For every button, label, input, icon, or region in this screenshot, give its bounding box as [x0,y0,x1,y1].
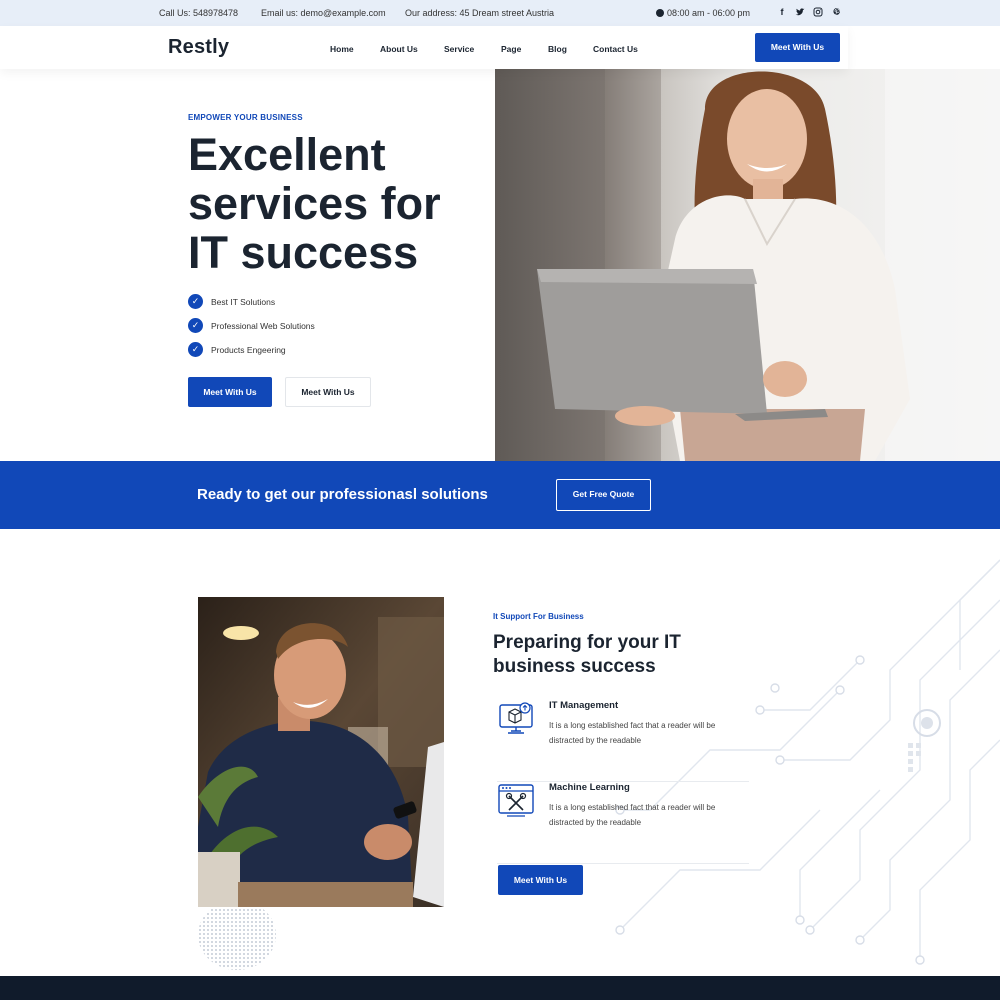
hero-eyebrow: EMPOWER YOUR BUSINESS [188,113,303,122]
main-navbar: Restly Home About Us Service Page Blog C… [0,26,848,69]
browser-tools-icon [498,784,534,817]
section-meet-button[interactable]: Meet With Us [498,865,583,895]
man-with-phone-photo [198,597,444,907]
dot-pattern-decoration [198,900,276,970]
hero-meet-button[interactable]: Meet With Us [188,377,272,407]
service-title: IT Management [549,700,619,711]
monitor-cube-icon [499,702,533,734]
instagram-icon[interactable] [813,7,823,17]
clock-icon [656,9,664,17]
hero-woman-photo [495,69,1000,461]
check-icon: ✓ [188,318,203,333]
hours-text: 08:00 am - 06:00 pm [667,8,751,18]
service-description: It is a long established fact that a rea… [549,721,716,745]
check-icon: ✓ [188,342,203,357]
hours-info: 08:00 am - 06:00 pm [656,8,750,18]
pinterest-icon[interactable] [832,7,842,17]
top-info-bar: Call Us: 548978478 Email us: demo@exampl… [0,0,1000,26]
get-quote-button[interactable]: Get Free Quote [556,479,651,511]
cta-band: Ready to get our professionasl solutions… [0,461,1000,529]
nav-link-contact[interactable]: Contact Us [593,44,638,54]
nav-link-home[interactable]: Home [330,44,354,54]
hero-title: Excellent services for IT success [188,129,441,278]
section-title: Preparing for your IT business success [493,632,681,677]
section-eyebrow: It Support For Business [493,612,584,621]
divider [497,863,749,864]
footer-strip [0,976,1000,1000]
feature-label: Products Engeering [211,345,286,355]
twitter-icon[interactable] [795,7,805,17]
nav-link-page[interactable]: Page [501,44,521,54]
check-icon: ✓ [188,294,203,309]
hero-secondary-button[interactable]: Meet With Us [285,377,371,407]
feature-label: Professional Web Solutions [211,321,315,331]
email-text: Email us: demo@example.com [261,8,386,18]
nav-link-about[interactable]: About Us [380,44,418,54]
service-description: It is a long established fact that a rea… [549,803,716,827]
feature-label: Best IT Solutions [211,297,276,307]
nav-meet-button[interactable]: Meet With Us [755,33,840,62]
site-logo[interactable]: Restly [168,36,229,59]
facebook-icon[interactable]: f [777,7,787,17]
service-item-it-management: IT Management It is a long established f… [497,700,749,782]
phone-text: Call Us: 548978478 [159,8,239,18]
address-text: Our address: 45 Dream street Austria [405,8,555,18]
service-item-machine-learning: Machine Learning It is a long establishe… [497,782,749,864]
nav-link-blog[interactable]: Blog [548,44,567,54]
cta-band-text: Ready to get our professionasl solutions [197,486,488,503]
service-title: Machine Learning [549,782,630,793]
nav-link-service[interactable]: Service [444,44,474,54]
